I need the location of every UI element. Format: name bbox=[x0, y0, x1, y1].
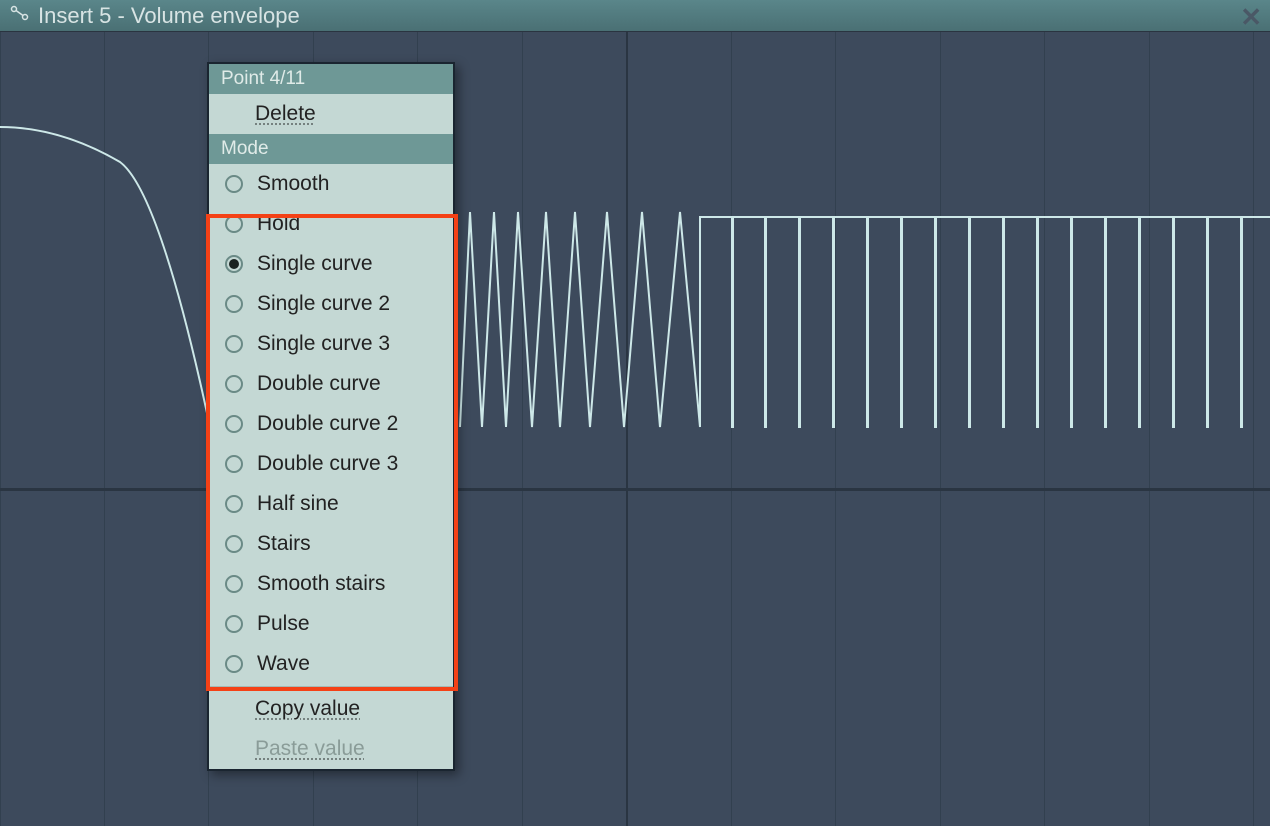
envelope-curve bbox=[0, 32, 1270, 826]
mode-wave[interactable]: Wave bbox=[209, 644, 453, 684]
radio-icon bbox=[225, 215, 243, 233]
envelope-editor[interactable]: Point 4/11 Delete Mode Smooth Hold Singl… bbox=[0, 32, 1270, 826]
radio-icon bbox=[225, 255, 243, 273]
mode-single-curve-3[interactable]: Single curve 3 bbox=[209, 324, 453, 364]
mode-single-curve-2[interactable]: Single curve 2 bbox=[209, 284, 453, 324]
mode-single-curve[interactable]: Single curve bbox=[209, 244, 453, 284]
mode-hold[interactable]: Hold bbox=[209, 204, 453, 244]
menu-divider bbox=[209, 686, 453, 687]
mode-double-curve-2[interactable]: Double curve 2 bbox=[209, 404, 453, 444]
mode-pulse[interactable]: Pulse bbox=[209, 604, 453, 644]
mode-smooth[interactable]: Smooth bbox=[209, 164, 453, 204]
mode-double-curve-3[interactable]: Double curve 3 bbox=[209, 444, 453, 484]
radio-icon bbox=[225, 495, 243, 513]
radio-icon bbox=[225, 375, 243, 393]
radio-icon bbox=[225, 335, 243, 353]
window-title: Insert 5 - Volume envelope bbox=[38, 3, 300, 29]
radio-icon bbox=[225, 615, 243, 633]
menu-header-mode: Mode bbox=[209, 134, 453, 164]
mode-stairs[interactable]: Stairs bbox=[209, 524, 453, 564]
radio-icon bbox=[225, 175, 243, 193]
mode-smooth-stairs[interactable]: Smooth stairs bbox=[209, 564, 453, 604]
window-titlebar[interactable]: Insert 5 - Volume envelope ✕ bbox=[0, 0, 1270, 32]
radio-icon bbox=[225, 535, 243, 553]
menu-header-point: Point 4/11 bbox=[209, 64, 453, 94]
menu-paste-value: Paste value bbox=[209, 729, 453, 769]
radio-icon bbox=[225, 575, 243, 593]
close-icon[interactable]: ✕ bbox=[1240, 2, 1262, 33]
point-context-menu: Point 4/11 Delete Mode Smooth Hold Singl… bbox=[207, 62, 455, 771]
mode-double-curve[interactable]: Double curve bbox=[209, 364, 453, 404]
envelope-icon bbox=[10, 3, 30, 28]
radio-icon bbox=[225, 455, 243, 473]
radio-icon bbox=[225, 415, 243, 433]
menu-copy-value[interactable]: Copy value bbox=[209, 689, 453, 729]
mode-half-sine[interactable]: Half sine bbox=[209, 484, 453, 524]
radio-icon bbox=[225, 295, 243, 313]
menu-delete[interactable]: Delete bbox=[209, 94, 453, 134]
radio-icon bbox=[225, 655, 243, 673]
